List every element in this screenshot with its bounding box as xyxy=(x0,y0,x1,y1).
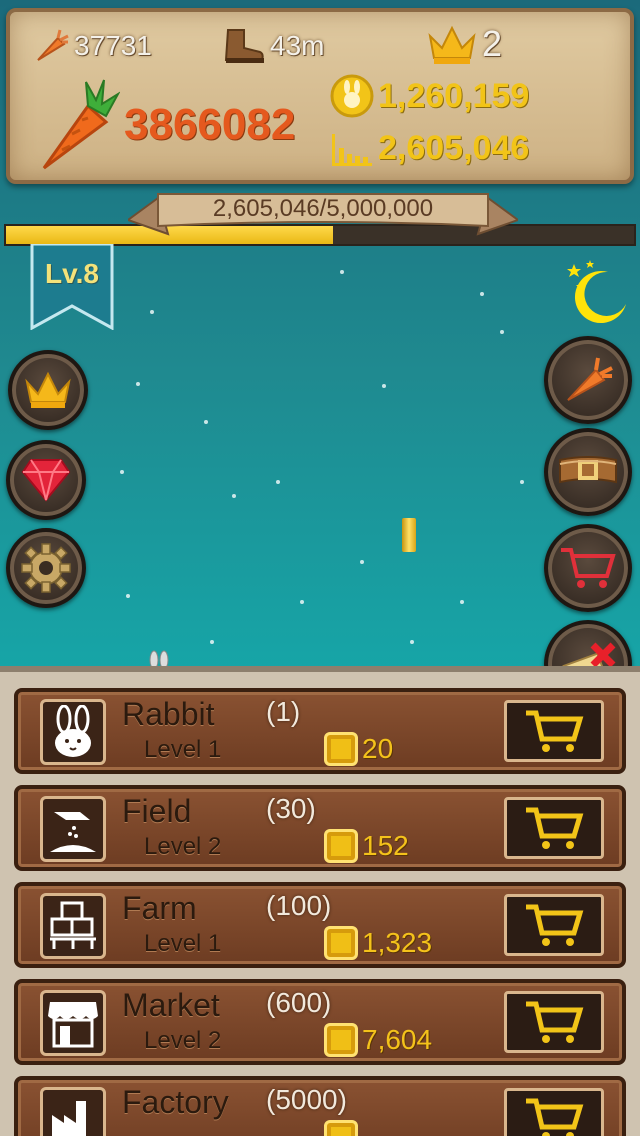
buy-field-button[interactable] xyxy=(504,797,604,859)
progress-ribbon: 2,605,046/5,000,000 xyxy=(128,190,518,238)
progress-label: 2,605,046/5,000,000 xyxy=(212,195,434,222)
rabbit-ears-icon xyxy=(149,650,169,668)
market-icon xyxy=(40,990,106,1056)
item-price-value: 7,604 xyxy=(362,1024,433,1055)
item-name: Market xyxy=(122,987,220,1023)
item-name: Factory xyxy=(122,1084,229,1120)
cart-icon xyxy=(526,904,584,946)
level-banner: Lv.8 xyxy=(30,244,114,330)
coin-icon xyxy=(324,732,358,766)
gold-bar-item[interactable] xyxy=(402,518,416,552)
cart-icon xyxy=(526,807,584,849)
item-level: Level 2 xyxy=(144,1027,222,1054)
stat-total: 2,605,046 xyxy=(330,128,529,168)
crowns-stat: 2 xyxy=(426,22,502,66)
coins-value: 1,260,159 xyxy=(378,76,530,115)
item-price: 7,604 xyxy=(324,1023,432,1057)
item-price: 1,323 xyxy=(324,926,432,960)
item-level: Level 1 xyxy=(144,930,222,957)
factory-icon xyxy=(40,1087,106,1136)
carrot-button[interactable] xyxy=(544,336,632,424)
crown-icon xyxy=(25,371,71,408)
coin-icon xyxy=(324,926,358,960)
field-icon xyxy=(40,796,106,862)
stats-board: 37731 43m 2 3866082 1,260,159 2,605,046 xyxy=(6,8,634,184)
coin-icon xyxy=(324,1023,358,1057)
crowns-value: 2 xyxy=(482,23,503,64)
item-count: (600) xyxy=(266,987,332,1018)
shop-row-factory: Factory (5000) xyxy=(14,1076,626,1136)
item-count: (100) xyxy=(266,890,332,921)
item-name: Farm xyxy=(122,890,197,926)
stat-total-value: 2,605,046 xyxy=(378,128,530,167)
shop-row-farm: Farm Level 1 (100) 1,323 xyxy=(14,882,626,968)
belt-icon xyxy=(559,456,617,484)
coin-icon xyxy=(324,1120,358,1136)
belt-button[interactable] xyxy=(544,428,632,516)
boot-icon xyxy=(224,29,264,63)
item-price-value: 152 xyxy=(362,830,409,861)
item-level: Level 2 xyxy=(144,833,222,860)
cart-icon xyxy=(526,1001,584,1043)
ruby-icon xyxy=(21,459,71,502)
cart-icon xyxy=(561,548,616,588)
carrot-rate-value: 37731 xyxy=(74,30,152,61)
crown-button[interactable] xyxy=(8,350,88,430)
big-carrot-icon xyxy=(42,79,120,170)
distance-value: 43m xyxy=(270,30,325,61)
coins-stat: 1,260,159 xyxy=(330,74,529,118)
item-count: (30) xyxy=(266,793,316,824)
bar-chart-icon xyxy=(332,134,372,166)
shop-row-field: Field Level 2 (30) 152 xyxy=(14,785,626,871)
cart-icon xyxy=(526,710,584,752)
moon-icon[interactable] xyxy=(562,258,630,326)
ruby-button[interactable] xyxy=(6,440,86,520)
item-count: (1) xyxy=(266,696,301,727)
buy-market-button[interactable] xyxy=(504,991,604,1053)
item-price: 20 xyxy=(324,732,393,766)
buy-rabbit-button[interactable] xyxy=(504,700,604,762)
distance-stat: 43m xyxy=(220,26,324,66)
carrot-total: 3866082 xyxy=(124,100,296,149)
crown-icon xyxy=(428,25,476,64)
farm-icon xyxy=(40,893,106,959)
shop-row-rabbit: Rabbit Level 1 (1) 20 xyxy=(14,688,626,774)
cart-icon xyxy=(526,1098,584,1136)
shop-row-market: Market Level 2 (600) 7,604 xyxy=(14,979,626,1065)
shop-panel: Rabbit Level 1 (1) 20 Field Level 2 (30) xyxy=(0,666,640,1136)
item-price-value: 1,323 xyxy=(362,927,433,958)
coin-icon xyxy=(324,829,358,863)
item-level: Level 1 xyxy=(144,736,222,763)
buy-factory-button[interactable] xyxy=(504,1088,604,1136)
item-price xyxy=(324,1120,358,1136)
settings-button[interactable] xyxy=(6,528,86,608)
level-label: Lv.8 xyxy=(45,258,99,289)
item-name: Field xyxy=(122,793,192,829)
gear-icon xyxy=(21,543,71,593)
item-price-value: 20 xyxy=(362,733,394,764)
small-carrot-icon xyxy=(37,29,69,61)
item-name: Rabbit xyxy=(122,696,215,732)
rabbit-icon xyxy=(40,699,106,765)
item-count: (5000) xyxy=(266,1084,347,1115)
carrot-rate-stat: 37731 xyxy=(30,26,152,66)
buy-farm-button[interactable] xyxy=(504,894,604,956)
item-price: 152 xyxy=(324,829,409,863)
carrot-icon xyxy=(567,357,613,401)
rabbit-coin-icon xyxy=(330,74,374,118)
shop-cart-button[interactable] xyxy=(544,524,632,612)
game-scene[interactable]: 37731 43m 2 3866082 1,260,159 2,605,046 … xyxy=(0,0,640,680)
